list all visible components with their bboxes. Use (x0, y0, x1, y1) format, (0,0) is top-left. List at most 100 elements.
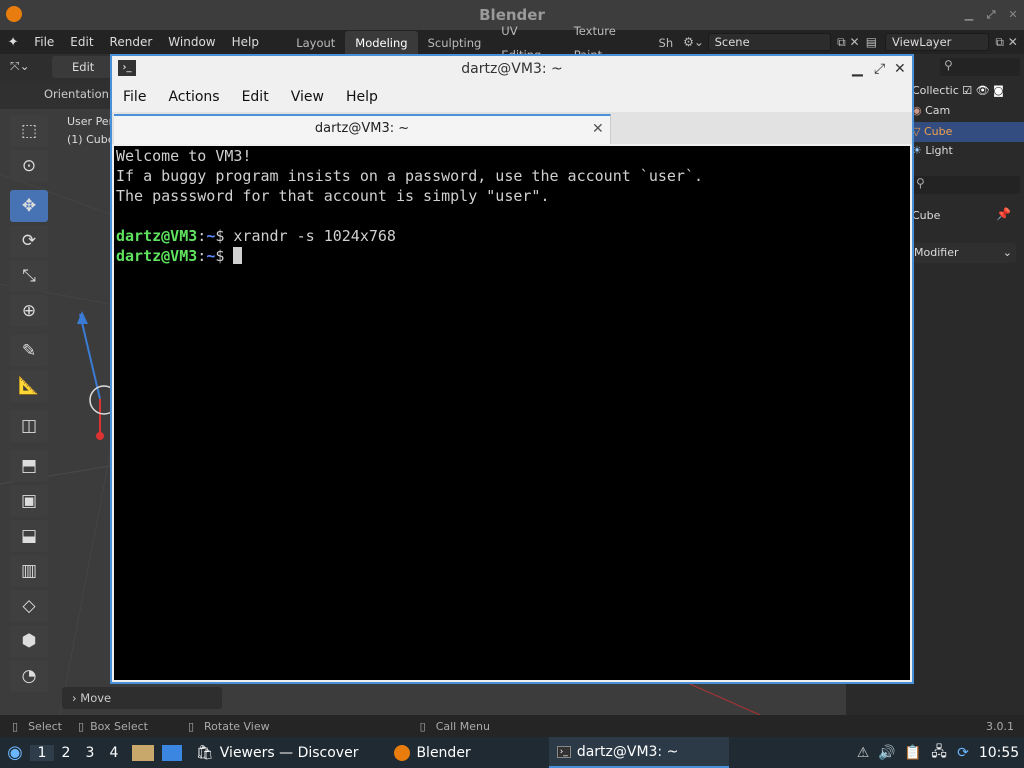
mouse-right-icon: ▯ (187, 719, 195, 733)
mouse-left-icon: ▯ (12, 719, 19, 733)
terminal-task-icon: ›_ (556, 745, 571, 758)
start-menu-icon[interactable]: ◉ (0, 742, 30, 763)
move-tool-icon[interactable]: ✥ (10, 190, 48, 222)
outliner-search-icon[interactable]: ⚲ (940, 58, 1020, 76)
updates-icon[interactable]: ⟳ (952, 745, 974, 761)
last-operator-panel[interactable]: › Move (62, 687, 222, 709)
blender-version: 3.0.1 (986, 719, 1014, 733)
minimize-icon[interactable]: ▁ (852, 56, 863, 82)
active-prompt-line[interactable]: dartz@VM3:~$ (116, 246, 908, 266)
bevel-tool-icon[interactable]: ⬓ (10, 520, 48, 552)
status-box-select: Box Select (90, 719, 148, 733)
blender-logo-icon (6, 6, 22, 22)
terminal-tab[interactable]: dartz@VM3: ~ ✕ (114, 114, 611, 144)
annotate-tool-icon[interactable]: ✎ (10, 335, 48, 367)
spin-tool-icon[interactable]: ◔ (10, 660, 48, 692)
close-icon[interactable]: ✕ (894, 56, 906, 82)
tab-sculpting[interactable]: Sculpting (418, 31, 492, 55)
terminal-menubar: File Actions Edit View Help (112, 82, 912, 112)
properties-search-icon[interactable]: ⚲ (912, 176, 1020, 194)
task-blender[interactable]: Blender (386, 737, 478, 768)
menu-help[interactable]: Help (335, 89, 389, 105)
poly-build-tool-icon[interactable]: ⬢ (10, 625, 48, 657)
blender-icon (394, 744, 411, 761)
blender-menu-logo-icon[interactable]: ✦ (0, 35, 26, 50)
status-select: Select (28, 719, 62, 733)
scene-field[interactable]: Scene (707, 33, 831, 51)
menu-file[interactable]: File (26, 30, 62, 54)
menu-edit[interactable]: Edit (62, 30, 101, 54)
workspace-4[interactable]: 4 (102, 745, 126, 761)
maximize-icon[interactable]: ⤢ (874, 56, 885, 82)
maximize-icon[interactable]: ⤢ (980, 0, 1002, 30)
motd-line: If a buggy program insists on a password… (116, 167, 703, 185)
file-manager-icon[interactable] (132, 744, 154, 761)
blender-statusbar: ▯ Select ▯ Box Select ▯ Rotate View ▯ Ca… (0, 715, 1024, 737)
tab-layout[interactable]: Layout (286, 31, 345, 55)
properties-object-name: Cube (912, 209, 941, 222)
menu-file[interactable]: File (112, 89, 157, 105)
inset-tool-icon[interactable]: ▣ (10, 485, 48, 517)
chevron-right-icon: › (72, 691, 77, 705)
show-desktop-icon[interactable] (162, 744, 182, 761)
outliner-collection[interactable]: Collectic ☑ 👁 ◙ (912, 84, 1004, 97)
volume-icon[interactable]: 🔊 (874, 745, 900, 761)
motd-line: The passsword for that account is simply… (116, 187, 550, 205)
mouse-context-icon: ▯ (419, 719, 426, 733)
mode-dropdown[interactable]: Edit Mo (52, 56, 112, 96)
orientation-label: Orientation: (44, 87, 113, 101)
tab-close-icon[interactable]: ✕ (592, 116, 604, 142)
knife-tool-icon[interactable]: ◇ (10, 590, 48, 622)
task-discover[interactable]: 🛍 Viewers — Discover (188, 737, 366, 768)
last-operator-label: Move (80, 691, 112, 705)
select-box-tool-icon[interactable]: ⬚ (10, 115, 48, 147)
outliner-cube[interactable]: ▽ Cube (912, 122, 1024, 142)
outliner-camera[interactable]: ◉ Cam (912, 104, 950, 117)
transform-tool-icon[interactable]: ⊕ (10, 295, 48, 327)
scene-copy-icon[interactable]: ⧉ ✕ (831, 35, 866, 50)
add-modifier-dropdown[interactable]: Modifier ⌄ (912, 243, 1016, 263)
terminal-window[interactable]: ›_ dartz@VM3: ~ ▁ ⤢ ✕ File Actions Edit … (110, 54, 914, 684)
pin-icon[interactable]: 📌 (996, 207, 1011, 221)
tab-shading[interactable]: Sh (649, 31, 684, 55)
scale-tool-icon[interactable]: ⤡ (10, 260, 48, 292)
loop-cut-tool-icon[interactable]: ▥ (10, 555, 48, 587)
text-cursor (233, 247, 243, 264)
close-icon[interactable]: ✕ (1002, 0, 1024, 30)
extrude-tool-icon[interactable]: ⬒ (10, 450, 48, 482)
network-icon[interactable]: 🖧 (926, 741, 952, 765)
cursor-tool-icon[interactable]: ⊙ (10, 150, 48, 182)
menu-help[interactable]: Help (224, 30, 267, 54)
viewport-view-name: User Per (67, 115, 114, 128)
outliner-light[interactable]: ☀ Light (912, 144, 953, 157)
measure-tool-icon[interactable]: 📐 (10, 370, 48, 402)
viewlayer-copy-icon[interactable]: ⧉ ✕ (989, 35, 1024, 50)
task-terminal[interactable]: ›_ dartz@VM3: ~ (548, 737, 729, 768)
command-line: dartz@VM3:~$ xrandr -s 1024x768 (116, 227, 396, 245)
workspace-1[interactable]: 1 (30, 744, 54, 761)
terminal-output[interactable]: Welcome to VM3! If a buggy program insist… (114, 146, 910, 680)
workspace-3[interactable]: 3 (78, 745, 102, 761)
viewlayer-selector-icon[interactable]: ▤ (866, 35, 885, 49)
terminal-titlebar[interactable]: ›_ dartz@VM3: ~ ▁ ⤢ ✕ (112, 56, 912, 82)
status-call-menu: Call Menu (435, 719, 490, 733)
notifications-icon[interactable]: ⚠ (852, 745, 874, 761)
menu-actions[interactable]: Actions (157, 89, 230, 105)
add-cube-tool-icon[interactable]: ◫ (10, 410, 48, 442)
workspace-2[interactable]: 2 (54, 745, 78, 761)
editor-type-icon[interactable]: ⤧⌄ (10, 59, 30, 74)
menu-view[interactable]: View (280, 89, 335, 105)
scene-selector-icon[interactable]: ⚙⌄ (683, 35, 707, 49)
clipboard-icon[interactable]: 📋 (900, 745, 926, 761)
viewport-object-name: (1) Cube (67, 133, 115, 146)
menu-window[interactable]: Window (160, 30, 223, 54)
tab-modeling[interactable]: Modeling (345, 31, 418, 55)
rotate-tool-icon[interactable]: ⟳ (10, 225, 48, 257)
menu-render[interactable]: Render (102, 30, 161, 54)
viewlayer-field[interactable]: ViewLayer (885, 33, 990, 51)
clock[interactable]: 10:55 (974, 745, 1024, 761)
menu-edit[interactable]: Edit (231, 89, 280, 105)
terminal-app-icon: ›_ (118, 60, 136, 76)
minimize-icon[interactable]: ▁ (958, 0, 980, 30)
terminal-tabbar: dartz@VM3: ~ ✕ (112, 112, 912, 144)
